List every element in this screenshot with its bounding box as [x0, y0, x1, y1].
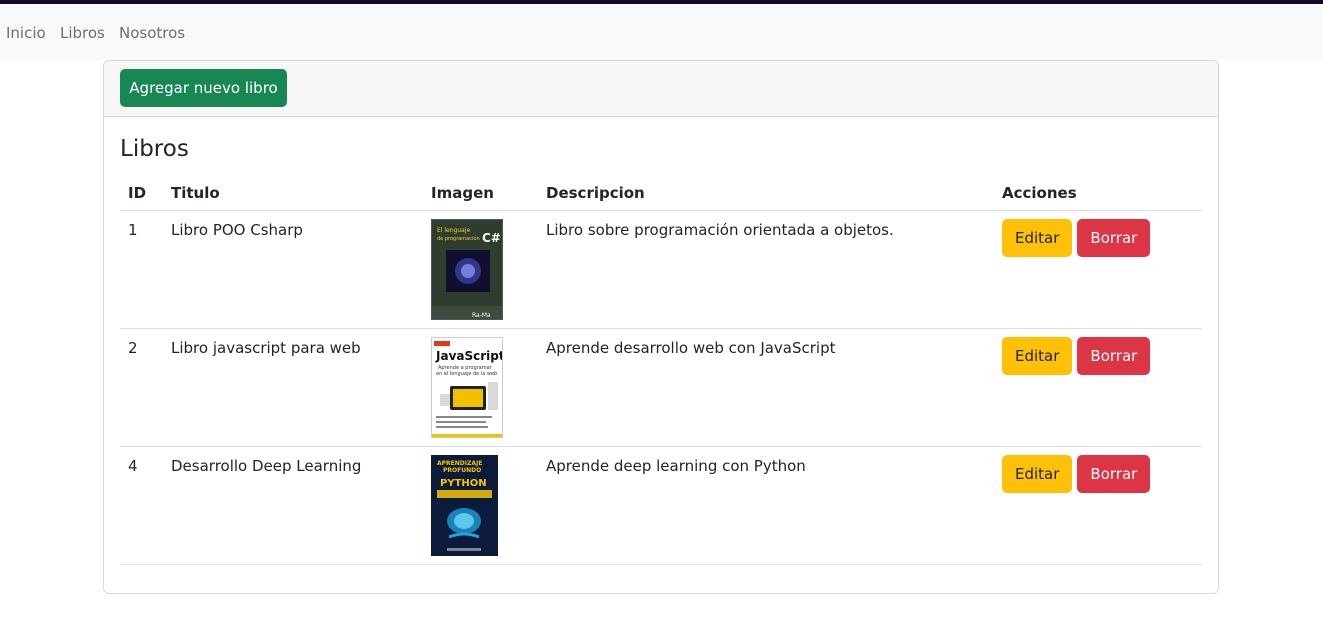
cell-id: 2 — [120, 328, 163, 447]
header-actions: Acciones — [994, 177, 1202, 211]
header-id: ID — [120, 177, 163, 211]
books-card: Agregar nuevo libro Libros ID Titulo Ima… — [103, 60, 1219, 594]
cell-actions: Editar Borrar — [994, 446, 1202, 565]
table-row: 4 Desarrollo Deep Learning APRENDIZAJE P… — [120, 446, 1202, 565]
books-table: ID Titulo Imagen Descripcion Acciones 1 … — [120, 177, 1202, 565]
book-cover-image: APRENDIZAJE PROFUNDO PYTHON — [431, 454, 498, 556]
delete-button[interactable]: Borrar — [1077, 218, 1151, 257]
book-cover-image: JavaScript Aprende a programar en el len… — [431, 336, 503, 438]
edit-button[interactable]: Editar — [1002, 454, 1073, 493]
add-book-button[interactable]: Agregar nuevo libro — [120, 69, 287, 107]
nav-link-inicio[interactable]: Inicio — [6, 23, 46, 43]
header-image: Imagen — [423, 177, 538, 211]
nav-link-nosotros[interactable]: Nosotros — [119, 23, 185, 43]
page-title: Libros — [120, 136, 189, 162]
cover-text: de programación — [437, 235, 480, 242]
cell-title: Libro javascript para web — [163, 328, 423, 447]
cover-text: JavaScript — [435, 349, 503, 363]
cover-text: Ra-Ma — [472, 312, 491, 319]
cell-title: Libro POO Csharp — [163, 210, 423, 329]
cell-image: APRENDIZAJE PROFUNDO PYTHON — [423, 446, 538, 565]
cell-description: Aprende desarrollo web con JavaScript — [538, 328, 994, 447]
book-cover-image: El lenguaje de programación C# Ra-Ma — [431, 218, 503, 320]
card-header: Agregar nuevo libro — [104, 61, 1218, 117]
edit-button[interactable]: Editar — [1002, 336, 1073, 375]
cell-description: Libro sobre programación orientada a obj… — [538, 210, 994, 329]
header-title: Titulo — [163, 177, 423, 211]
nav-link-libros[interactable]: Libros — [60, 23, 105, 43]
table-row: 2 Libro javascript para web JavaScript A… — [120, 328, 1202, 447]
cell-description: Aprende deep learning con Python — [538, 446, 994, 565]
cell-image: El lenguaje de programación C# Ra-Ma — [423, 210, 538, 329]
cell-id: 1 — [120, 210, 163, 329]
cover-text: en el lenguaje de la web — [436, 371, 497, 377]
cell-actions: Editar Borrar — [994, 210, 1202, 329]
cell-image: JavaScript Aprende a programar en el len… — [423, 328, 538, 447]
cell-title: Desarrollo Deep Learning — [163, 446, 423, 565]
cover-text: El lenguaje — [437, 227, 470, 234]
cell-actions: Editar Borrar — [994, 328, 1202, 447]
table-header-row: ID Titulo Imagen Descripcion Acciones — [120, 177, 1202, 211]
cover-text: C# — [482, 231, 501, 245]
navbar: Inicio Libros Nosotros — [0, 4, 1323, 60]
table-row: 1 Libro POO Csharp El lenguaje de progra… — [120, 210, 1202, 329]
delete-button[interactable]: Borrar — [1077, 454, 1151, 493]
delete-button[interactable]: Borrar — [1077, 336, 1151, 375]
header-description: Descripcion — [538, 177, 994, 211]
cover-text: APRENDIZAJE — [437, 460, 482, 467]
cover-text: PROFUNDO — [443, 467, 481, 474]
cover-text: PYTHON — [440, 478, 487, 489]
edit-button[interactable]: Editar — [1002, 218, 1073, 257]
cell-id: 4 — [120, 446, 163, 565]
